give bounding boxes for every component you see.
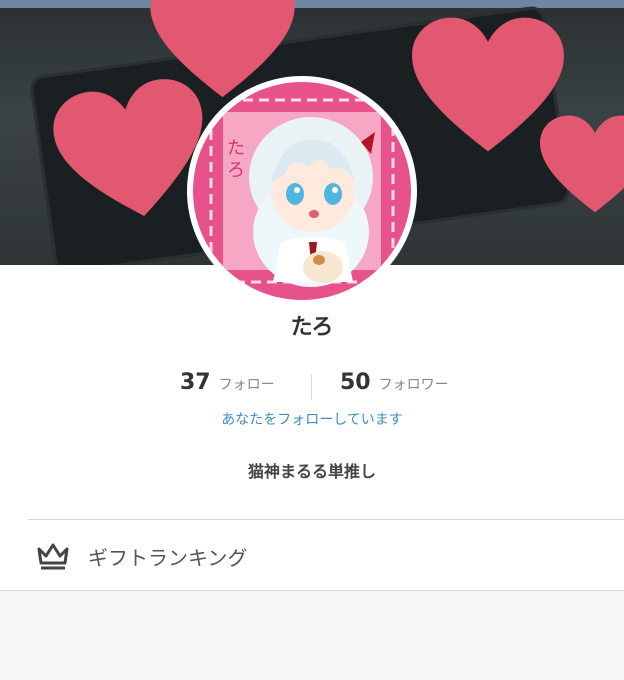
avatar-handwritten-text: たろ: [227, 138, 245, 181]
follows-you-indicator: あなたをフォローしています: [221, 412, 403, 428]
follow-stats: 37 フォロー 50 フォロワー: [0, 370, 624, 404]
gift-ranking-label: ギフトランキング: [88, 546, 248, 570]
followers-count: 50: [340, 370, 371, 395]
stats-divider: [311, 374, 312, 400]
avatar-illustration: [209, 98, 395, 287]
followers-label: フォロワー: [378, 377, 449, 393]
following-count: 37: [180, 370, 211, 395]
heart-icon: [540, 115, 624, 213]
profile-bio: 猫神まるる単推し: [247, 462, 376, 481]
content-area: [0, 591, 624, 680]
avatar-image: たろ: [193, 82, 411, 300]
following-label: フォロー: [218, 377, 275, 393]
following-stat[interactable]: 37 フォロー: [180, 370, 275, 395]
followers-stat[interactable]: 50 フォロワー: [340, 370, 449, 395]
crown-icon: [37, 543, 69, 570]
profile-name: たろ: [290, 315, 334, 340]
gift-ranking-row[interactable]: ギフトランキング: [0, 520, 624, 590]
avatar[interactable]: たろ: [187, 76, 417, 306]
